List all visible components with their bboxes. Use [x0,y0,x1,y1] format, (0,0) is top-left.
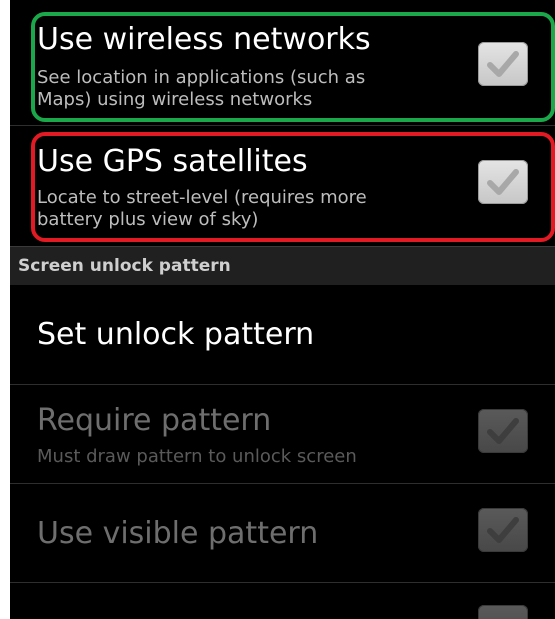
highlight-box-green [31,12,555,122]
pref-summary: Must draw pattern to unlock screen [37,446,357,467]
pref-title: Use visible pattern [37,516,319,551]
pref-use-visible-pattern[interactable]: Use visible pattern [10,484,555,582]
category-label: Screen unlock pattern [18,256,231,276]
require-pattern-checkbox[interactable] [478,409,528,453]
pref-partially-visible[interactable] [10,583,555,619]
highlight-box-red [31,132,555,242]
checkmark-icon [487,418,519,444]
pref-title: Require pattern [37,403,272,438]
pref-require-pattern[interactable]: Require pattern Must draw pattern to unl… [10,385,555,483]
use-visible-pattern-checkbox[interactable] [478,508,528,552]
partially-visible-checkbox[interactable] [478,605,528,619]
pref-set-unlock-pattern[interactable]: Set unlock pattern [10,285,555,384]
checkmark-icon [487,517,519,543]
pref-title: Set unlock pattern [37,317,315,352]
category-screen-unlock-pattern: Screen unlock pattern [10,246,555,285]
